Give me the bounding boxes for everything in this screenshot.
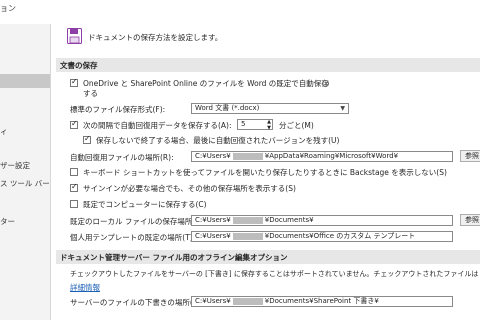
template-location-input[interactable]: C:¥Users¥ ¥Documents¥Office のカスタム テンプレート [191,231,453,242]
autorecover-unit: 分ごと(M) [279,121,314,130]
autorecover-location-input[interactable]: C:¥Users¥ ¥AppData¥Roaming¥Microsoft¥Word… [191,151,453,162]
save-options-panel: ドキュメントの保存方法を設定します。 文書の保存 OneDrive と Shar… [54,24,480,320]
keyboard-backstage-checkbox[interactable] [70,168,78,176]
options-sidebar: ィ ザー設定 ス ツール バー ター [0,24,51,320]
default-format-label: 標準のファイル保存形式(F): [70,105,166,114]
sidebar-item-customize-ribbon[interactable]: ザー設定 [0,158,50,172]
draft-location-input[interactable]: C:¥Users¥ ¥Documents¥SharePoint 下書き¥ [191,296,453,307]
section-title: ドキュメント管理サーバー ファイル用のオフライン編集オプション [60,253,288,262]
sidebar-item-quick-access-toolbar[interactable]: ス ツール バー [0,176,50,190]
keep-last-autosaved-label: 保存しないで終了する場合、最後に自動回復されたバージョンを残す(U) [96,136,340,145]
section-title: 文書の保存 [60,61,98,70]
sidebar-item[interactable] [0,46,50,60]
draft-location-label: サーバーのファイルの下書きの場所(V): [70,298,204,307]
keyboard-backstage-label: キーボード ショートカットを使ってファイルを開いたり保存したりするときに Bac… [83,168,447,177]
sidebar-item-trust-center[interactable]: ター [0,214,50,228]
save-to-computer-label: 既定でコンピューターに保存する(C) [83,200,207,209]
sidebar-item[interactable] [0,142,50,156]
autorecover-location-label: 自動回復用ファイルの場所(R): [70,153,174,162]
header-description: ドキュメントの保存方法を設定します。 [88,33,223,42]
autorecover-label: 次の間隔で自動回復用データを保存する(A): [83,121,232,130]
keep-last-autosaved-checkbox[interactable] [83,134,91,144]
autorecover-checkbox[interactable] [70,119,78,129]
save-to-computer-checkbox[interactable] [70,200,78,208]
sidebar-item[interactable] [0,196,50,210]
sidebar-item[interactable] [0,102,50,116]
save-disk-icon [67,28,82,44]
show-additional-places-checkbox[interactable] [70,182,78,192]
sidebar-item[interactable] [0,30,50,44]
learn-more-link[interactable]: 詳細情報 [70,282,100,293]
title-bar: ョン [0,0,480,24]
sidebar-item-accessibility[interactable]: ィ [0,124,50,138]
local-file-location-label: 既定のローカル ファイルの保存場所(I): [70,217,203,226]
default-format-select[interactable]: Word 文書 (*.docx) ▼ [191,103,349,114]
redacted-username [232,297,263,305]
autorecover-minutes-stepper[interactable]: 5 ▲ ▼ [237,119,273,133]
browse-button[interactable]: 参照 [460,150,480,162]
redacted-username [232,232,263,240]
window-title: ョン [0,4,16,13]
autosave-label-2: する [83,89,98,98]
show-additional-places-label: サインインが必要な場合でも、その他の保存場所を表示する(S) [83,184,296,193]
redacted-username [232,152,263,160]
chevron-down-icon: ▼ [340,105,345,112]
section-offline-editing: ドキュメント管理サーバー ファイル用のオフライン編集オプション [56,250,480,264]
autosave-checkbox[interactable] [70,77,78,87]
autosave-label: OneDrive と SharePoint Online のファイルを Word… [83,79,329,88]
browse-button[interactable]: 参照 [460,214,480,226]
section-document-saving: 文書の保存 [56,58,480,72]
template-location-label: 個人用テンプレートの既定の場所(T): [70,233,196,242]
offline-description: チェックアウトしたファイルをサーバーの [下書き] に保存することはサポートされ… [70,270,480,278]
local-file-location-input[interactable]: C:¥Users¥ ¥Documents¥ [191,215,453,226]
redacted-username [232,216,263,224]
sidebar-item-save-selected[interactable] [0,74,50,88]
spin-down-icon[interactable]: ▼ [267,124,271,133]
info-icon[interactable]: i [322,80,329,87]
